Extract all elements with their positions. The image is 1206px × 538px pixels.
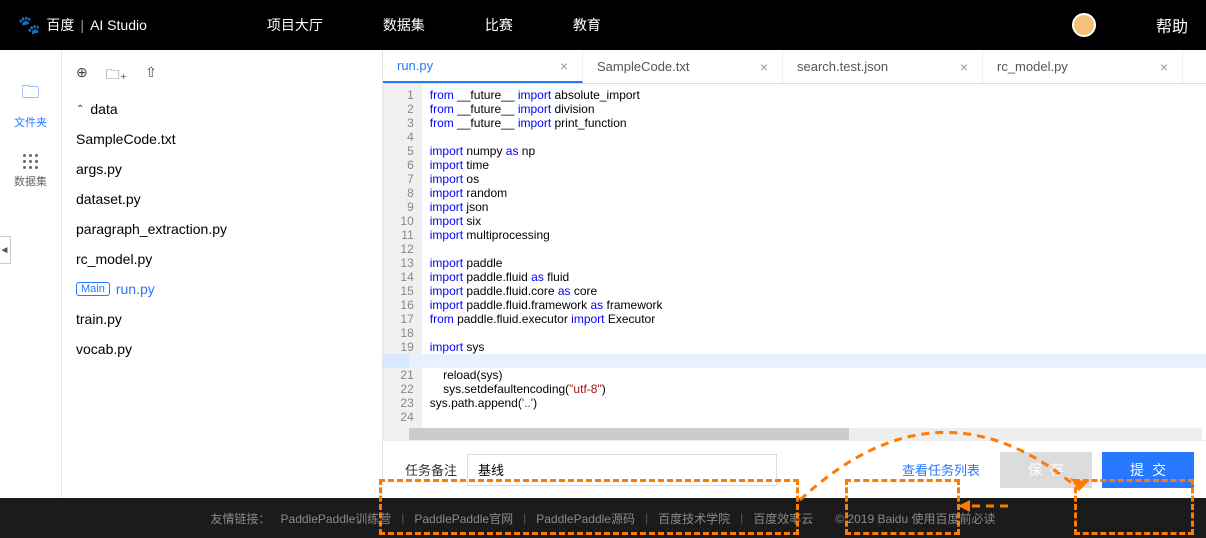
save-button[interactable]: 保存 — [1000, 452, 1092, 488]
logo[interactable]: 🐾 百度 | AI Studio — [18, 15, 147, 36]
tab-search-json[interactable]: search.test.json× — [783, 50, 983, 83]
tree-folder-data[interactable]: ⌃ data — [62, 94, 382, 124]
editor: ◄ run.py× SampleCode.txt× search.test.js… — [382, 50, 1206, 498]
file-toolbar: ⊕ 🗀₊ ⇧ — [62, 58, 382, 94]
upload-icon[interactable]: ⇧ — [145, 64, 157, 88]
tab-rc-model[interactable]: rc_model.py× — [983, 50, 1183, 83]
view-task-list-link[interactable]: 查看任务列表 — [892, 454, 990, 485]
code-area[interactable]: 12345678910111213141516171819⊟ 202122232… — [383, 84, 1206, 440]
footer-link[interactable]: 百度效率云 — [753, 510, 813, 527]
tree-file[interactable]: paragraph_extraction.py — [62, 214, 382, 244]
logo-en: AI Studio — [90, 17, 147, 33]
nav-help[interactable]: 帮助 — [1156, 13, 1188, 37]
footer-link[interactable]: 百度技术学院 — [658, 510, 730, 527]
chevron-down-icon: ⌃ — [76, 104, 84, 115]
nav-projects[interactable]: 项目大厅 — [267, 15, 323, 35]
footer-copyright: © 2019 Baidu 使用百度前必读 — [835, 510, 995, 527]
tree-file[interactable]: rc_model.py — [62, 244, 382, 274]
top-nav: 项目大厅 数据集 比赛 教育 — [267, 15, 601, 35]
tree-file[interactable]: vocab.py — [62, 334, 382, 364]
footer-link[interactable]: PaddlePaddle官网 — [414, 510, 513, 527]
tree-file-main[interactable]: Main run.py — [62, 274, 382, 304]
submit-button[interactable]: 提交 — [1102, 452, 1194, 488]
new-folder-icon[interactable]: 🗀₊ — [106, 64, 127, 88]
file-tree: ⊕ 🗀₊ ⇧ ⌃ data SampleCode.txt args.py dat… — [62, 50, 382, 498]
tree-file[interactable]: args.py — [62, 154, 382, 184]
nav-datasets[interactable]: 数据集 — [383, 15, 425, 35]
collapse-sidebar-icon[interactable]: ◄ — [0, 236, 11, 264]
main-badge: Main — [76, 282, 110, 296]
task-note-group: 任务备注 — [395, 448, 882, 492]
footer-link[interactable]: PaddlePaddle源码 — [536, 510, 635, 527]
tree-file[interactable]: dataset.py — [62, 184, 382, 214]
new-file-icon[interactable]: ⊕ — [76, 64, 88, 88]
footer-prefix: 友情链接： — [211, 510, 271, 527]
editor-tabs: run.py× SampleCode.txt× search.test.json… — [383, 50, 1206, 84]
task-note-label: 任务备注 — [405, 460, 457, 479]
code-content[interactable]: from __future__ import absolute_import f… — [422, 84, 1206, 440]
topbar: 🐾 百度 | AI Studio 项目大厅 数据集 比赛 教育 帮助 — [0, 0, 1206, 50]
paw-icon: 🐾 — [18, 15, 40, 36]
rail-files[interactable]: 🗀 文件夹 — [0, 68, 61, 142]
close-icon[interactable]: × — [560, 58, 568, 74]
task-note-input[interactable] — [467, 454, 777, 486]
submit-bar: 任务备注 查看任务列表 保存 提交 — [383, 440, 1206, 498]
grid-icon — [23, 154, 38, 169]
rail-datasets[interactable]: 数据集 — [0, 142, 61, 201]
close-icon[interactable]: × — [1160, 59, 1168, 75]
tree-file[interactable]: train.py — [62, 304, 382, 334]
close-icon[interactable]: × — [760, 59, 768, 75]
footer-link[interactable]: PaddlePaddle训练营 — [281, 510, 392, 527]
line-gutter: 12345678910111213141516171819⊟ 202122232… — [383, 84, 422, 440]
close-icon[interactable]: × — [960, 59, 968, 75]
main: 🗀 文件夹 数据集 ⊕ 🗀₊ ⇧ ⌃ data SampleCode.txt a… — [0, 50, 1206, 498]
horizontal-scrollbar[interactable] — [409, 428, 1202, 440]
tree-file[interactable]: SampleCode.txt — [62, 124, 382, 154]
footer: 友情链接： PaddlePaddle训练营| PaddlePaddle官网| P… — [0, 498, 1206, 538]
logo-cn: 百度 — [46, 15, 74, 35]
left-rail: 🗀 文件夹 数据集 — [0, 50, 62, 498]
nav-education[interactable]: 教育 — [573, 15, 601, 35]
avatar[interactable] — [1072, 13, 1096, 37]
tab-samplecode[interactable]: SampleCode.txt× — [583, 50, 783, 83]
nav-competitions[interactable]: 比赛 — [485, 15, 513, 35]
tab-run-py[interactable]: run.py× — [383, 50, 583, 83]
folder-icon: 🗀 — [22, 80, 40, 110]
